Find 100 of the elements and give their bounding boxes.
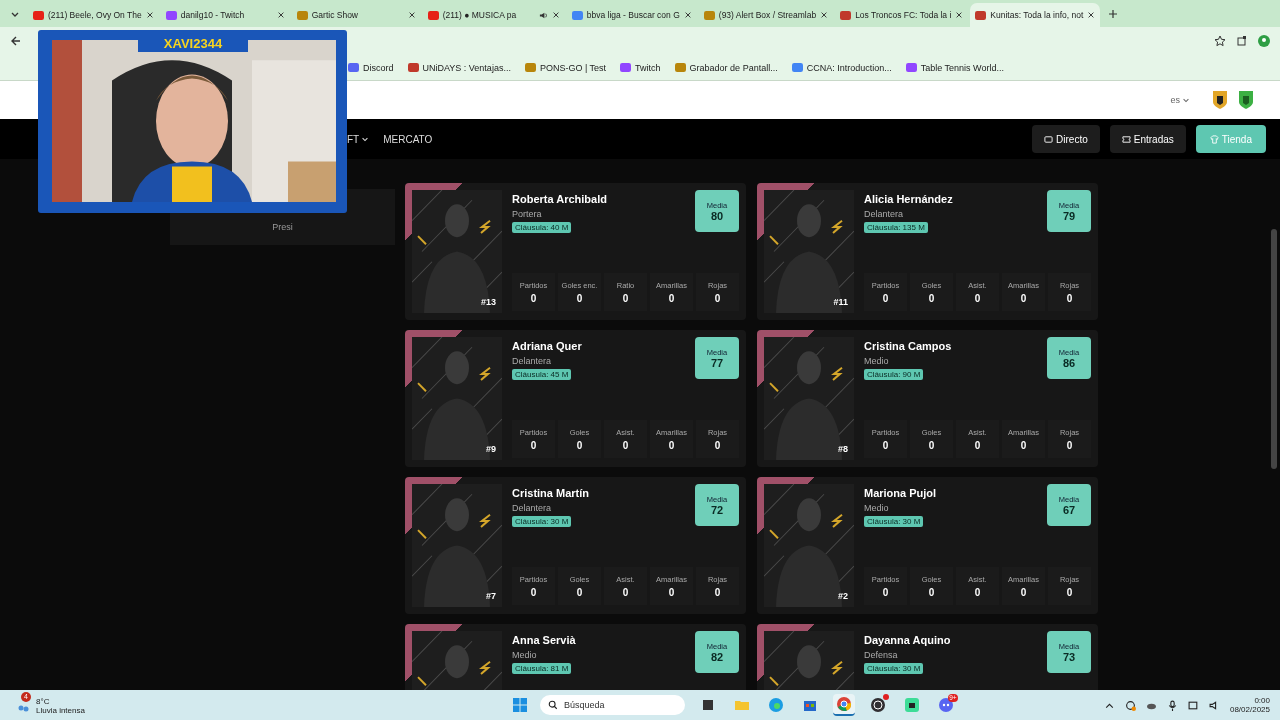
stat-value: 0 xyxy=(714,586,721,598)
player-position: Defensa xyxy=(864,650,898,660)
rating-value: 73 xyxy=(1062,650,1076,663)
language-selector[interactable]: es xyxy=(1170,95,1190,105)
nav-button[interactable]: Directo xyxy=(1032,125,1100,153)
player-name: Anna Servià xyxy=(512,634,576,646)
back-icon[interactable] xyxy=(10,35,22,47)
close-icon[interactable] xyxy=(683,11,692,19)
bookmark-link[interactable]: UNiDAYS : Ventajas... xyxy=(422,62,511,73)
close-icon[interactable] xyxy=(820,11,829,19)
stat-value: 0 xyxy=(530,292,537,304)
browser-tab[interactable]: bbva liga - Buscar con G xyxy=(566,3,697,27)
speaker-icon[interactable] xyxy=(538,10,548,20)
new-tab-icon[interactable] xyxy=(1108,8,1119,19)
streamer-name: XAVI2344 xyxy=(138,36,248,52)
bookmark-link[interactable]: PONS-GO | Test xyxy=(539,62,607,73)
player-name: Adriana Quer xyxy=(512,340,582,352)
close-icon[interactable] xyxy=(1087,11,1096,19)
site-icon xyxy=(427,9,439,21)
microphone-icon[interactable] xyxy=(1166,699,1178,711)
bookmark-link[interactable]: CCNA: Introduction... xyxy=(806,62,892,73)
sync-icon[interactable] xyxy=(1124,699,1136,711)
stat-value: 0 xyxy=(1066,292,1073,304)
browser-tab[interactable]: danilg10 - Twitch xyxy=(160,3,290,27)
site-icon xyxy=(571,9,583,21)
extensions-icon[interactable] xyxy=(1236,35,1248,47)
site-icon xyxy=(620,62,632,73)
clause-badge: Cláusula: 30 M xyxy=(512,516,572,527)
temperature: 8°C xyxy=(36,697,51,706)
jersey-number: #2 xyxy=(838,591,848,601)
stat-value: 0 xyxy=(928,439,935,451)
tab-title: danilg10 - Twitch xyxy=(180,10,246,20)
avatar-icon[interactable] xyxy=(1258,35,1270,47)
stat-value: 0 xyxy=(668,439,675,451)
scrollbar[interactable] xyxy=(1271,229,1277,469)
stat-value: 0 xyxy=(622,439,629,451)
close-icon[interactable] xyxy=(955,11,964,19)
close-icon[interactable] xyxy=(145,11,154,19)
bookmark-link[interactable]: Grabador de Pantall... xyxy=(689,62,778,73)
star-icon[interactable] xyxy=(1214,35,1226,47)
player-name: Roberta Archibald xyxy=(512,193,607,205)
site-icon xyxy=(524,62,536,73)
search-icon xyxy=(547,700,558,710)
stat-value: 0 xyxy=(1020,439,1027,451)
president-role: Presi xyxy=(272,222,293,232)
close-icon[interactable] xyxy=(276,11,285,19)
stat-value: 0 xyxy=(668,586,675,598)
browser-tab[interactable]: Kunitas: Toda la info, not xyxy=(970,3,1101,27)
nav-link[interactable]: MERCATO xyxy=(383,133,433,145)
player-position: Medio xyxy=(864,503,889,513)
nav-button[interactable]: Entradas xyxy=(1109,125,1186,153)
windows-icon[interactable] xyxy=(511,697,528,713)
rating-value: 67 xyxy=(1062,503,1076,516)
nav-link[interactable]: FT xyxy=(347,133,370,145)
stat-value: 0 xyxy=(622,292,629,304)
jersey-number: #8 xyxy=(838,444,848,454)
clause-badge: Cláusula: 30 M xyxy=(864,516,924,527)
weather-text: Lluvia intensa xyxy=(36,706,85,715)
clause-badge: Cláusula: 45 M xyxy=(512,369,572,380)
tab-title: bbva liga - Buscar con G xyxy=(586,10,680,20)
browser-tab[interactable]: (93) Alert Box / Streamlab xyxy=(698,3,834,27)
close-icon[interactable] xyxy=(551,11,560,19)
bookmark-link[interactable]: Twitch xyxy=(635,62,661,73)
player-name: Cristina Campos xyxy=(864,340,952,352)
stat-value: 0 xyxy=(530,439,537,451)
search-field[interactable]: Búsqueda xyxy=(539,695,685,715)
browser-tab[interactable]: (211) ● MUSICA pa xyxy=(422,3,565,27)
site-icon xyxy=(33,9,44,21)
player-name: Alicia Hernández xyxy=(864,193,953,205)
stat-value: 0 xyxy=(668,292,675,304)
network-icon[interactable] xyxy=(1187,699,1199,711)
browser-tab[interactable]: (211) Beele, Ovy On The xyxy=(28,3,159,27)
rating-value: 79 xyxy=(1062,209,1076,222)
stat-value: 0 xyxy=(714,292,721,304)
stat-value: 0 xyxy=(622,586,629,598)
bookmark-link[interactable]: Discord xyxy=(363,62,394,73)
tab-title: (93) Alert Box / Streamlab xyxy=(718,10,817,20)
clock-time[interactable]: 0:00 xyxy=(1254,696,1270,705)
site-icon xyxy=(165,9,177,21)
browser-tab[interactable]: Gartic Show xyxy=(291,3,421,27)
stat-value: 0 xyxy=(974,439,981,451)
clause-badge: Cláusula: 90 M xyxy=(864,369,924,380)
stat-value: 0 xyxy=(882,439,889,451)
player-position: Medio xyxy=(864,356,889,366)
bookmark-link[interactable]: Table Tennis World... xyxy=(920,62,1004,73)
shield-icon[interactable] xyxy=(1238,89,1254,111)
browser-icon xyxy=(835,696,852,712)
stat-value: 0 xyxy=(576,292,583,304)
stat-value: 0 xyxy=(1066,439,1073,451)
clause-badge: Cláusula: 135 M xyxy=(864,222,928,233)
tab-title: Kunitas: Toda la info, not xyxy=(990,10,1084,20)
site-icon xyxy=(975,9,987,21)
stat-value: 0 xyxy=(974,586,981,598)
jersey-number: #9 xyxy=(486,444,496,454)
shield-icon[interactable] xyxy=(1212,89,1228,111)
browser-tab[interactable]: Los Troncos FC: Toda la i xyxy=(835,3,969,27)
clock-date[interactable]: 08/02/2025 xyxy=(1229,705,1270,714)
site-icon xyxy=(703,9,715,21)
jersey-number: #13 xyxy=(480,297,496,307)
close-icon[interactable] xyxy=(407,11,416,19)
